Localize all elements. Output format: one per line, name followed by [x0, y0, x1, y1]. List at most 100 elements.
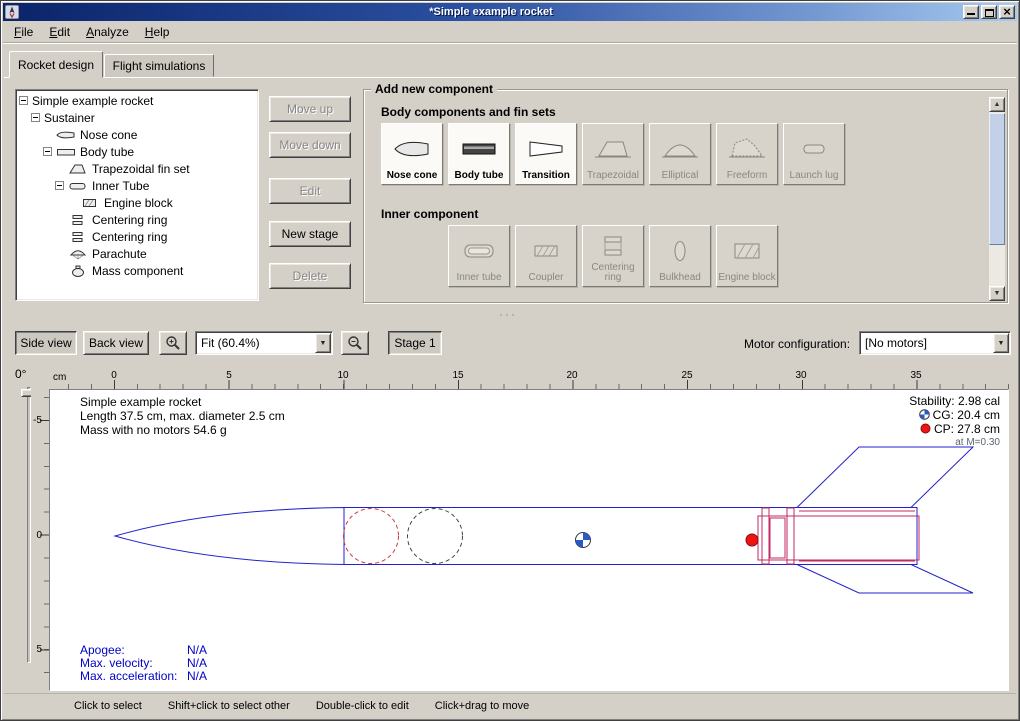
- rocket-dimensions: Length 37.5 cm, max. diameter 2.5 cm: [80, 409, 285, 423]
- splitter-handle[interactable]: ···: [499, 307, 517, 321]
- nose-cone-icon: [392, 127, 432, 171]
- tree-item-centering-ring[interactable]: Centering ring: [16, 228, 258, 245]
- add-freeform-fin-button[interactable]: Freeform: [716, 123, 778, 185]
- component-tree[interactable]: Simple example rocket Sustainer Nose con…: [15, 89, 259, 301]
- close-button[interactable]: [999, 5, 1015, 19]
- freeform-fin-icon: [727, 127, 767, 171]
- tab-rocket-design[interactable]: Rocket design: [9, 51, 103, 78]
- tree-item-inner-tube[interactable]: Inner Tube: [16, 177, 258, 194]
- engine-block-icon: [80, 197, 100, 209]
- tree-item-nose-cone[interactable]: Nose cone: [16, 126, 258, 143]
- tree-item-parachute[interactable]: Parachute: [16, 245, 258, 262]
- menu-help[interactable]: Help: [137, 23, 178, 41]
- add-coupler-button[interactable]: Coupler: [515, 225, 577, 287]
- zoom-select[interactable]: Fit (60.4%): [195, 331, 333, 355]
- elliptical-fin-icon: [660, 127, 700, 171]
- collapse-icon[interactable]: [55, 181, 64, 190]
- collapse-icon[interactable]: [31, 113, 40, 122]
- collapse-icon[interactable]: [43, 147, 52, 156]
- tree-item-sustainer[interactable]: Sustainer: [16, 109, 258, 126]
- tree-item-engine-block[interactable]: Engine block: [16, 194, 258, 211]
- zoom-in-button[interactable]: [159, 331, 187, 355]
- maximize-icon: [985, 9, 994, 17]
- parachute-icon: [68, 248, 88, 260]
- max-acceleration-label: Max. acceleration:: [80, 670, 187, 683]
- add-inner-tube-button[interactable]: Inner tube: [448, 225, 510, 287]
- max-velocity-value: N/A: [187, 656, 207, 670]
- scroll-up-button[interactable]: [989, 97, 1005, 112]
- move-down-button[interactable]: Move down: [269, 132, 351, 158]
- horizontal-ruler: cm 0 5 10 15 20 25 30 35: [49, 369, 1009, 389]
- move-up-button[interactable]: Move up: [269, 96, 351, 122]
- flight-info: Apogee:N/A Max. velocity:N/A Max. accele…: [80, 644, 207, 683]
- back-view-button[interactable]: Back view: [83, 331, 149, 355]
- mass-component-icon: [68, 265, 88, 277]
- add-launch-lug-button[interactable]: Launch lug: [783, 123, 845, 185]
- cg-value: CG: 20.4 cm: [933, 408, 1000, 422]
- ruler-unit-label: cm: [53, 372, 66, 383]
- stability-info: Stability: 2.98 cal CG: 20.4 cm CP: 27.8…: [909, 394, 1000, 450]
- stability-value: Stability: 2.98 cal: [909, 394, 1000, 408]
- add-transition-button[interactable]: Transition: [515, 123, 577, 185]
- centering-ring-icon: [593, 229, 633, 263]
- motor-configuration-select[interactable]: [No motors]: [859, 331, 1011, 355]
- title-bar[interactable]: *Simple example rocket: [3, 3, 1017, 21]
- rocket-canvas[interactable]: Simple example rocket Length 37.5 cm, ma…: [49, 389, 1009, 691]
- minimize-icon: [967, 13, 975, 15]
- rocket-name: Simple example rocket: [80, 395, 285, 409]
- scrollbar-thumb[interactable]: [989, 113, 1005, 245]
- component-panel-scrollbar[interactable]: [989, 97, 1005, 301]
- menu-analyze[interactable]: Analyze: [78, 23, 137, 41]
- minimize-button[interactable]: [963, 5, 979, 19]
- add-nose-cone-button[interactable]: Nose cone: [381, 123, 443, 185]
- dropdown-arrow-icon[interactable]: [315, 333, 331, 353]
- delete-button[interactable]: Delete: [269, 263, 351, 289]
- bulkhead-icon: [660, 229, 700, 273]
- inner-component-label: Inner component: [381, 207, 478, 221]
- coupler-icon: [526, 229, 566, 273]
- scroll-down-button[interactable]: [989, 286, 1005, 301]
- body-components-label: Body components and fin sets: [381, 105, 556, 119]
- zoom-out-button[interactable]: [341, 331, 369, 355]
- inner-tube-icon: [68, 180, 88, 192]
- zoom-out-icon: [347, 335, 363, 351]
- tree-item-centering-ring[interactable]: Centering ring: [16, 211, 258, 228]
- status-bar: Click to select Shift+click to select ot…: [4, 693, 1016, 717]
- collapse-icon[interactable]: [19, 96, 28, 105]
- centering-ring-icon: [68, 231, 88, 243]
- maximize-button[interactable]: [981, 5, 997, 19]
- max-acceleration-value: N/A: [187, 669, 207, 683]
- tree-item-rocket[interactable]: Simple example rocket: [16, 92, 258, 109]
- add-elliptical-fin-button[interactable]: Elliptical: [649, 123, 711, 185]
- stage-1-toggle[interactable]: Stage 1: [388, 331, 442, 355]
- centering-ring-icon: [68, 214, 88, 226]
- status-hint: Click to select: [74, 700, 142, 712]
- add-body-tube-button[interactable]: Body tube: [448, 123, 510, 185]
- mach-note: at M=0.30: [909, 436, 1000, 450]
- zoom-in-icon: [165, 335, 181, 351]
- menu-edit[interactable]: Edit: [41, 23, 78, 41]
- add-trapezoidal-fin-button[interactable]: Trapezoidal: [582, 123, 644, 185]
- launch-lug-icon: [794, 127, 834, 171]
- tab-pane-border: [4, 77, 1016, 78]
- edit-button[interactable]: Edit: [269, 178, 351, 204]
- cg-icon: [919, 409, 930, 420]
- side-view-button[interactable]: Side view: [15, 331, 77, 355]
- transition-icon: [526, 127, 566, 171]
- add-centering-ring-button[interactable]: Centering ring: [582, 225, 644, 287]
- tree-item-mass-component[interactable]: Mass component: [16, 262, 258, 279]
- cp-marker: [746, 534, 758, 546]
- add-engine-block-button[interactable]: Engine block: [716, 225, 778, 287]
- menu-file[interactable]: File: [6, 23, 41, 41]
- body-tube-icon: [56, 146, 76, 158]
- tree-item-body-tube[interactable]: Body tube: [16, 143, 258, 160]
- vertical-ruler: -5 0 5: [31, 389, 49, 691]
- new-stage-button[interactable]: New stage: [269, 221, 351, 247]
- application-window: *Simple example rocket File Edit Analyze…: [0, 0, 1020, 721]
- add-bulkhead-button[interactable]: Bulkhead: [649, 225, 711, 287]
- tree-item-fin-set[interactable]: Trapezoidal fin set: [16, 160, 258, 177]
- inner-tube-icon: [459, 229, 499, 273]
- dropdown-arrow-icon[interactable]: [993, 333, 1009, 353]
- tab-flight-simulations[interactable]: Flight simulations: [104, 54, 214, 77]
- status-hint: Click+drag to move: [435, 700, 529, 712]
